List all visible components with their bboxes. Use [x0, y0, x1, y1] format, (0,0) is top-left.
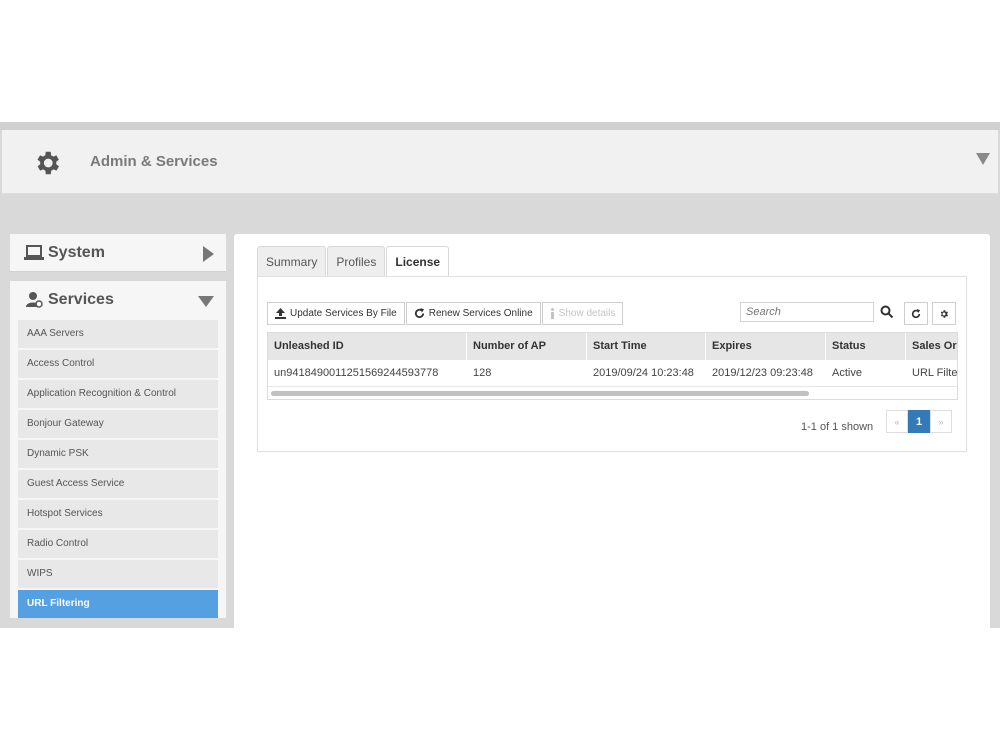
page-1-button[interactable]: 1: [908, 410, 930, 433]
gear-icon: [940, 309, 948, 318]
table-settings-button[interactable]: [932, 302, 956, 325]
sidebar-item-dynamic-psk[interactable]: Dynamic PSK: [18, 440, 218, 468]
sidebar-item-radio-control[interactable]: Radio Control: [18, 530, 218, 558]
pagination: « 1 »: [886, 410, 952, 433]
refresh-icon: [414, 308, 424, 318]
upload-icon: [275, 308, 286, 319]
renew-services-label: Renew Services Online: [428, 308, 533, 319]
cell-unleashed-id: un9418490011251569244593778: [274, 367, 439, 379]
info-icon: [550, 308, 554, 319]
update-services-label: Update Services By File: [290, 308, 397, 319]
table-header-row: Unleashed ID Number of AP Start Time Exp…: [268, 333, 957, 360]
pagination-info: 1-1 of 1 shown: [801, 421, 874, 433]
sidebar-item-hotspot-services[interactable]: Hotspot Services: [18, 500, 218, 528]
sidebar-item-bonjour-gateway[interactable]: Bonjour Gateway: [18, 410, 218, 438]
cell-sales-order: URL Filte: [912, 367, 958, 379]
sidebar-services-label: Services: [48, 291, 114, 308]
cell-expires: 2019/12/23 09:23:48: [712, 367, 813, 379]
chevron-right-icon: [203, 246, 214, 262]
license-tab-body: Update Services By File Renew Services O…: [257, 276, 967, 452]
sidebar-item-aaa-servers[interactable]: AAA Servers: [18, 320, 218, 348]
show-details-button[interactable]: Show details: [541, 302, 624, 325]
show-details-label: Show details: [558, 308, 616, 319]
page-title: Admin & Services: [90, 153, 218, 170]
sidebar-item-system[interactable]: System: [10, 234, 226, 272]
search-icon[interactable]: [880, 305, 894, 319]
sidebar-item-wips[interactable]: WIPS: [18, 560, 218, 588]
collapse-chevron-icon[interactable]: [976, 153, 990, 165]
update-services-by-file-button[interactable]: Update Services By File: [267, 302, 405, 325]
laptop-icon: [24, 245, 44, 260]
column-header-sales-order[interactable]: Sales Or: [906, 333, 957, 360]
cell-number-of-ap: 128: [473, 367, 492, 379]
sidebar-system-label: System: [48, 244, 105, 261]
sidebar-item-access-control[interactable]: Access Control: [18, 350, 218, 378]
column-header-expires[interactable]: Expires: [706, 333, 826, 360]
services-icon: [26, 292, 43, 308]
toolbar: Update Services By File Renew Services O…: [267, 302, 624, 325]
column-header-unleashed-id[interactable]: Unleashed ID: [268, 333, 467, 360]
sidebar-item-guest-access[interactable]: Guest Access Service: [18, 470, 218, 498]
sidebar-item-app-recognition[interactable]: Application Recognition & Control: [18, 380, 218, 408]
chevron-down-icon: [198, 296, 214, 307]
sidebar: System Services AAA Servers Access Contr…: [10, 234, 226, 620]
admin-services-app: Admin & Services System Services AAA Ser…: [0, 122, 1000, 628]
sidebar-item-url-filtering[interactable]: URL Filtering: [18, 590, 218, 618]
services-group: Services AAA Servers Access Control Appl…: [10, 281, 226, 618]
renew-services-online-button[interactable]: Renew Services Online: [405, 302, 541, 325]
table-row[interactable]: un9418490011251569244593778 128 2019/09/…: [268, 360, 958, 387]
license-table-inner: Unleashed ID Number of AP Start Time Exp…: [268, 333, 958, 387]
tab-license[interactable]: License: [386, 246, 450, 277]
section-header[interactable]: Admin & Services: [2, 130, 998, 194]
refresh-icon: [911, 308, 921, 318]
tab-summary[interactable]: Summary: [257, 246, 327, 277]
next-page-button[interactable]: »: [930, 410, 952, 433]
top-border: [0, 122, 1000, 130]
refresh-table-button[interactable]: [904, 302, 928, 325]
search-input[interactable]: [740, 302, 874, 322]
cell-start-time: 2019/09/24 10:23:48: [593, 367, 694, 379]
tab-bar: Summary Profiles License: [257, 246, 450, 277]
content-panel: Summary Profiles License Update Services…: [234, 234, 990, 628]
horizontal-scrollbar[interactable]: [271, 391, 809, 396]
column-header-status[interactable]: Status: [826, 333, 906, 360]
gear-icon: [37, 151, 60, 175]
column-header-start-time[interactable]: Start Time: [587, 333, 706, 360]
sidebar-item-services[interactable]: Services: [10, 281, 226, 319]
license-table: Unleashed ID Number of AP Start Time Exp…: [267, 332, 958, 400]
prev-page-button[interactable]: «: [886, 410, 908, 433]
tab-profiles[interactable]: Profiles: [327, 246, 386, 277]
cell-status: Active: [832, 367, 862, 379]
column-header-number-of-ap[interactable]: Number of AP: [467, 333, 587, 360]
